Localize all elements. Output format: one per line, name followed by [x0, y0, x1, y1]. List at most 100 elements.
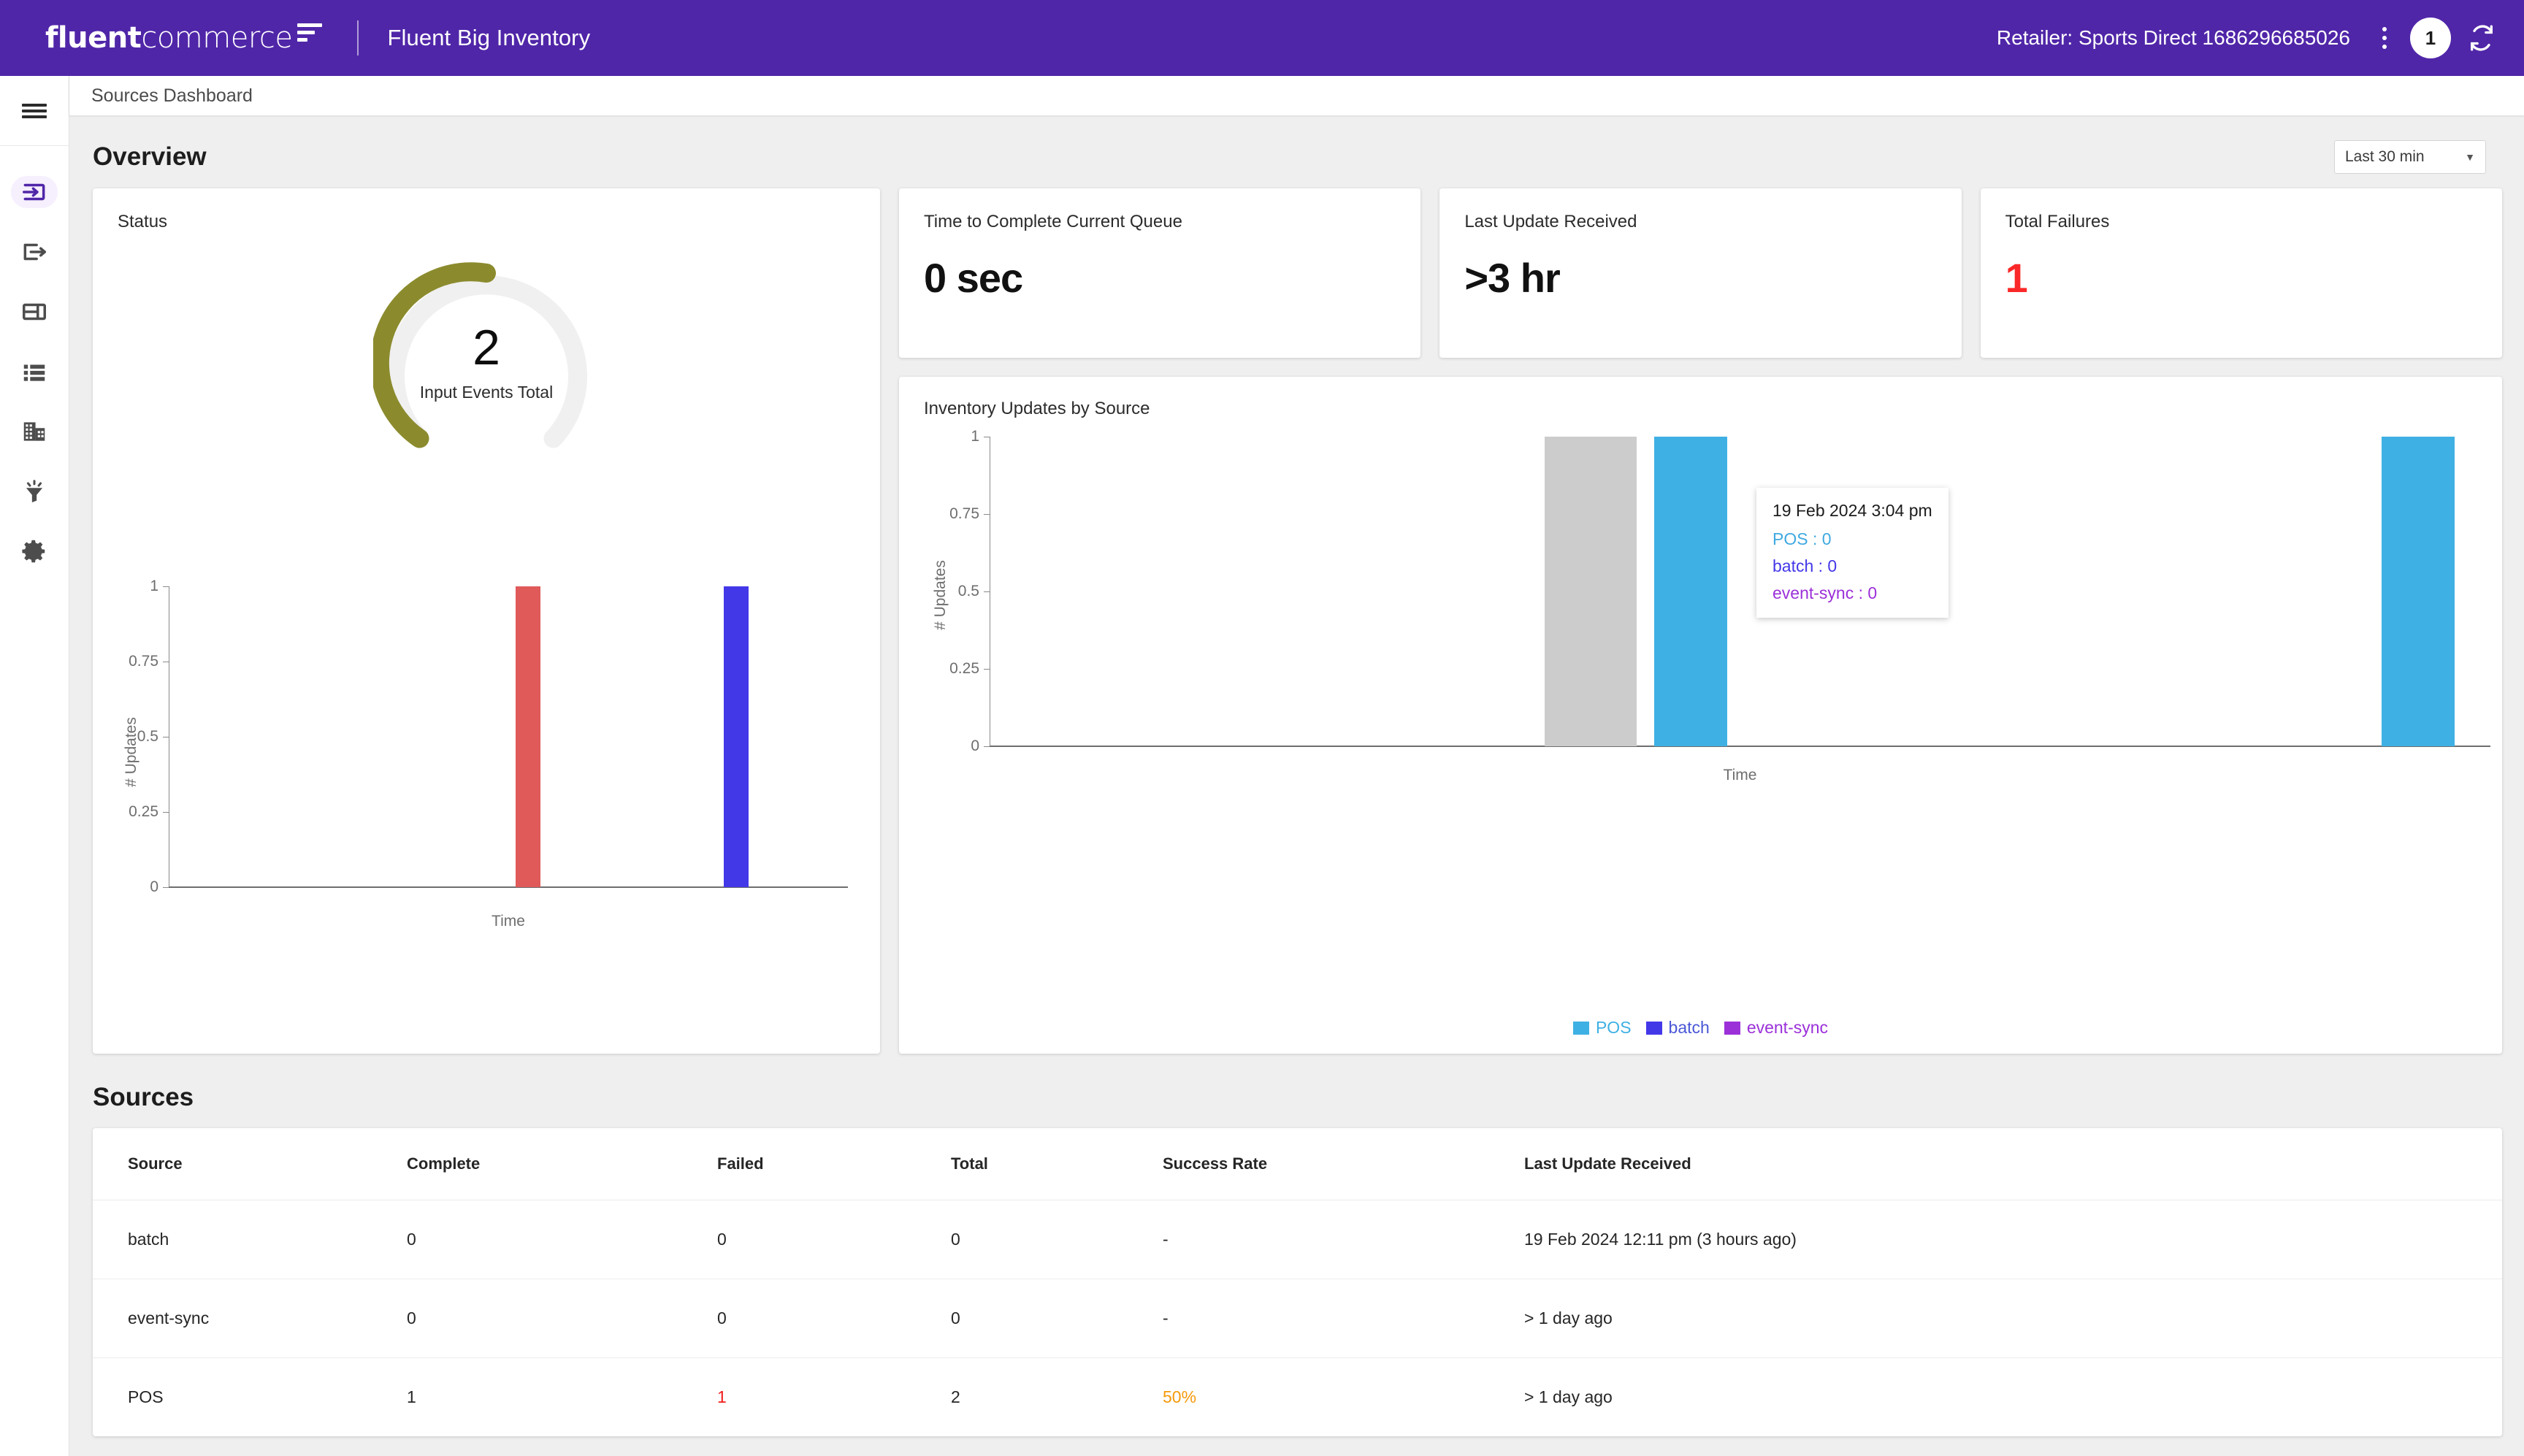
status-chart-bar-complete[interactable]: [724, 586, 749, 887]
status-chart-ytick: 0.75: [118, 653, 158, 670]
status-chart-bar-failed[interactable]: [516, 586, 540, 887]
top-app-bar: fluentcommerce Fluent Big Inventory Reta…: [0, 0, 2524, 76]
arrow-out-of-box-icon: [20, 238, 48, 266]
refresh-icon[interactable]: [2467, 23, 2496, 53]
time-range-value: Last 30 min: [2345, 148, 2425, 166]
breadcrumb[interactable]: Sources Dashboard: [91, 85, 253, 107]
brand-logo[interactable]: fluentcommerce: [45, 21, 322, 55]
column-header-source[interactable]: Source: [93, 1128, 407, 1200]
gauge-value: 2: [373, 323, 600, 372]
tooltip-row-event-sync: event-sync : 0: [1772, 583, 1932, 603]
sidebar-item-layout[interactable]: [0, 282, 69, 342]
column-header-complete[interactable]: Complete: [407, 1128, 717, 1200]
overview-cards: Status 2 Input Events Total # Updates: [69, 178, 2524, 1054]
cell-last-update: > 1 day ago: [1524, 1358, 2502, 1437]
kpi-card-queue-time: Time to Complete Current Queue 0 sec: [899, 188, 1420, 358]
cell-source: batch: [93, 1200, 407, 1279]
cell-success-rate: -: [1163, 1279, 1524, 1358]
cell-last-update: > 1 day ago: [1524, 1279, 2502, 1358]
sidebar-items: [0, 146, 69, 581]
inventory-chart-ytick: 0: [931, 737, 979, 755]
cell-success-rate: 50%: [1163, 1358, 1524, 1437]
column-header-total[interactable]: Total: [951, 1128, 1163, 1200]
header-divider: [357, 20, 359, 55]
column-header-failed[interactable]: Failed: [717, 1128, 951, 1200]
inventory-chart-bar-pos[interactable]: [2382, 437, 2455, 746]
more-vertical-icon[interactable]: [2365, 18, 2404, 58]
legend-swatch-icon: [1724, 1022, 1740, 1035]
status-chart-ytick: 0.5: [118, 728, 158, 746]
status-bar-chart: # Updates 1 0.75 0.5 0.25 0 Time: [118, 553, 855, 1006]
gear-icon: [20, 537, 48, 565]
table-row[interactable]: event-sync 0 0 0 - > 1 day ago: [93, 1279, 2502, 1358]
inventory-chart-ytick: 1: [931, 428, 979, 445]
cell-total: 2: [951, 1358, 1163, 1437]
status-chart-ylabel: # Updates: [123, 705, 140, 800]
sidebar-item-list[interactable]: [0, 342, 69, 402]
sources-table: Source Complete Failed Total Success Rat…: [93, 1128, 2502, 1436]
kpi-card-total-failures: Total Failures 1: [1981, 188, 2502, 358]
cell-source: POS: [93, 1358, 407, 1437]
chart-tooltip: 19 Feb 2024 3:04 pm POS : 0 batch : 0 ev…: [1756, 488, 1949, 618]
tooltip-row-batch: batch : 0: [1772, 556, 1932, 576]
legend-item-event-sync[interactable]: event-sync: [1724, 1018, 1828, 1038]
cell-success-rate: -: [1163, 1200, 1524, 1279]
input-events-gauge: 2 Input Events Total: [373, 258, 600, 478]
app-title: Fluent Big Inventory: [388, 25, 591, 51]
building-icon: [20, 418, 48, 445]
kpi-title: Total Failures: [2005, 212, 2477, 232]
inventory-chart-bar-pos[interactable]: [1654, 437, 1727, 746]
inventory-updates-card: Inventory Updates by Source # Updates 1 …: [899, 377, 2502, 1054]
status-chart-ytick: 0: [118, 878, 158, 896]
kpi-card-last-update: Last Update Received >3 hr: [1439, 188, 1961, 358]
time-range-select[interactable]: Last 30 min ▼: [2334, 140, 2486, 174]
sidebar-item-locations[interactable]: [0, 402, 69, 461]
legend-swatch-icon: [1646, 1022, 1662, 1035]
status-chart-ytick: 0.25: [118, 803, 158, 821]
column-header-success-rate[interactable]: Success Rate: [1163, 1128, 1524, 1200]
table-header-row: Source Complete Failed Total Success Rat…: [93, 1128, 2502, 1200]
table-row[interactable]: POS 1 1 2 50% > 1 day ago: [93, 1358, 2502, 1437]
kpi-row: Time to Complete Current Queue 0 sec Las…: [899, 188, 2502, 358]
status-card: Status 2 Input Events Total # Updates: [93, 188, 880, 1054]
sources-table-body: batch 0 0 0 - 19 Feb 2024 12:11 pm (3 ho…: [93, 1200, 2502, 1437]
list-icon: [20, 358, 48, 386]
legend-item-pos[interactable]: POS: [1573, 1018, 1632, 1038]
sources-table-head: Source Complete Failed Total Success Rat…: [93, 1128, 2502, 1200]
legend-item-batch[interactable]: batch: [1646, 1018, 1710, 1038]
kpi-title: Last Update Received: [1464, 212, 1936, 232]
column-header-last-update[interactable]: Last Update Received: [1524, 1128, 2502, 1200]
sidebar-item-outbound[interactable]: [0, 222, 69, 282]
sidebar-item-rules[interactable]: [0, 461, 69, 521]
inventory-chart-hover-highlight: [1545, 437, 1637, 746]
inventory-chart-legend: POS batch event-sync: [899, 1018, 2502, 1038]
status-chart-ytick: 1: [118, 578, 158, 595]
sources-table-card: Source Complete Failed Total Success Rat…: [93, 1128, 2502, 1436]
sidebar-item-settings[interactable]: [0, 521, 69, 581]
legend-swatch-icon: [1573, 1022, 1589, 1035]
hamburger-menu-icon[interactable]: [0, 76, 69, 146]
legend-label: batch: [1669, 1018, 1710, 1038]
cell-source: event-sync: [93, 1279, 407, 1358]
notification-badge[interactable]: 1: [2410, 18, 2451, 58]
fluent-bars-logo-icon: [297, 23, 322, 45]
sidebar-item-inbound[interactable]: [0, 162, 69, 222]
legend-label: event-sync: [1747, 1018, 1828, 1038]
overview-title: Overview: [93, 142, 207, 172]
cell-complete: 1: [407, 1358, 717, 1437]
card-layout-icon: [20, 298, 48, 326]
sidebar: [0, 76, 69, 1456]
overview-right-column: Time to Complete Current Queue 0 sec Las…: [899, 188, 2502, 1054]
retailer-label: Retailer: Sports Direct 1686296685026: [1997, 26, 2350, 50]
sources-section-title: Sources: [69, 1054, 2524, 1128]
inventory-chart-xlabel: Time: [990, 767, 2490, 784]
tooltip-date: 19 Feb 2024 3:04 pm: [1772, 501, 1932, 521]
inventory-chart-ytick: 0.25: [931, 660, 979, 678]
table-row[interactable]: batch 0 0 0 - 19 Feb 2024 12:11 pm (3 ho…: [93, 1200, 2502, 1279]
inventory-bar-chart: # Updates 1 0.75 0.5 0.25 0: [924, 422, 2490, 889]
cell-failed: 1: [717, 1358, 951, 1437]
kpi-value: 1: [2005, 254, 2477, 302]
brand-logo-commerce: commerce: [141, 21, 292, 55]
funnel-icon: [20, 478, 48, 505]
cell-failed: 0: [717, 1279, 951, 1358]
